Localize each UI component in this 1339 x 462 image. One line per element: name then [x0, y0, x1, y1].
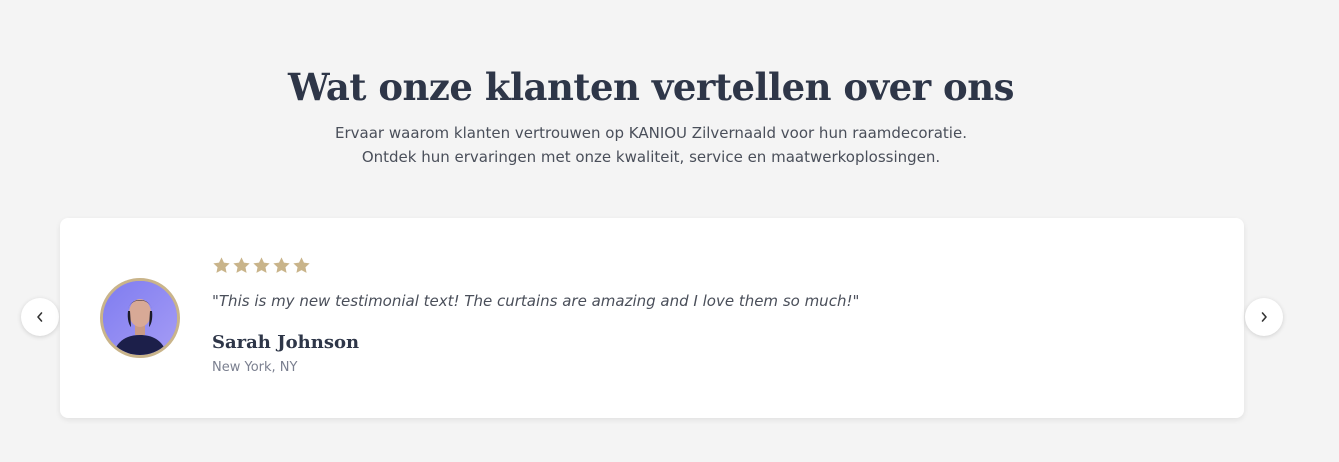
testimonial-quote: "This is my new testimonial text! The cu… — [212, 292, 860, 310]
star-icon — [212, 256, 231, 275]
star-icon — [292, 256, 311, 275]
star-icon — [272, 256, 291, 275]
rating-stars — [212, 256, 311, 275]
section-subtitle: Ervaar waarom klanten vertrouwen op KANI… — [0, 121, 1302, 169]
subtitle-line-1: Ervaar waarom klanten vertrouwen op KANI… — [335, 124, 967, 142]
subtitle-line-2: Ontdek hun ervaringen met onze kwaliteit… — [361, 148, 941, 166]
carousel-prev-button[interactable] — [21, 298, 59, 336]
customer-name: Sarah Johnson — [212, 332, 360, 353]
testimonial-card: "This is my new testimonial text! The cu… — [60, 218, 1244, 418]
testimonials-section: Wat onze klanten vertellen over ons Erva… — [0, 0, 1339, 462]
customer-location: New York, NY — [212, 360, 298, 375]
chevron-right-icon — [1259, 311, 1269, 323]
section-heading: Wat onze klanten vertellen over ons — [288, 65, 1014, 109]
chevron-left-icon — [35, 311, 45, 323]
carousel-next-button[interactable] — [1245, 298, 1283, 336]
avatar — [100, 278, 180, 358]
star-icon — [232, 256, 251, 275]
star-icon — [252, 256, 271, 275]
